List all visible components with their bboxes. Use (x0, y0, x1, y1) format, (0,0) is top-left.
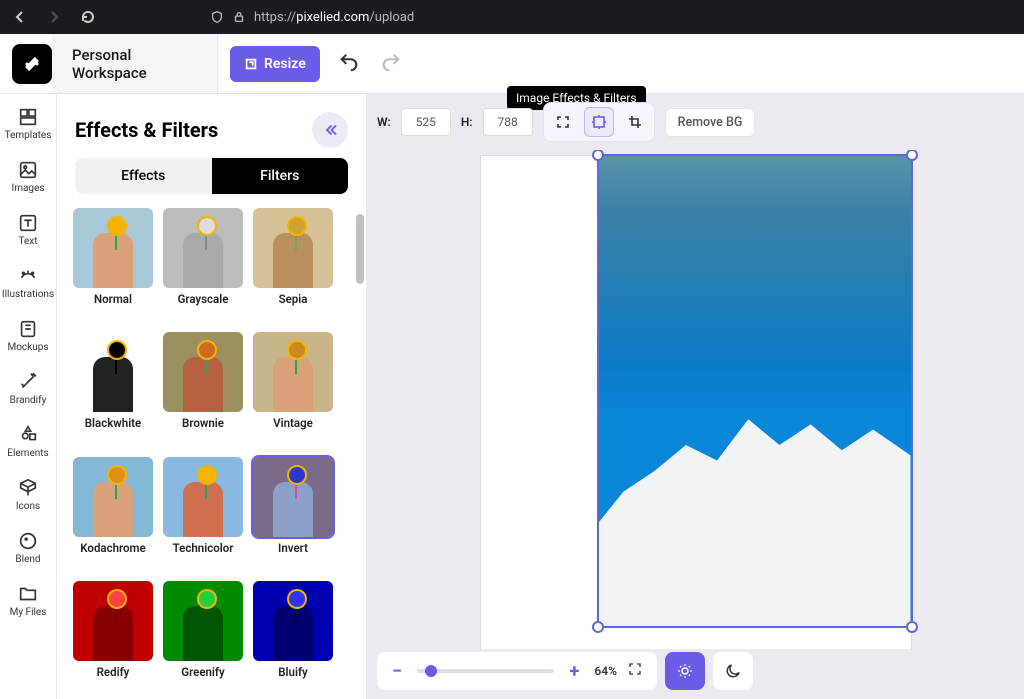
zoom-percent: 64% (594, 664, 617, 678)
rail-brandify[interactable]: Brandify (10, 371, 47, 406)
effects-button[interactable] (584, 107, 614, 137)
filter-vintage[interactable]: Vintage (253, 332, 333, 440)
left-rail: Templates Images Text Illustrations Mock… (0, 94, 57, 699)
filter-kodachrome[interactable]: Kodachrome (73, 457, 153, 565)
filter-grayscale[interactable]: Grayscale (163, 208, 243, 316)
rail-illustrations[interactable]: Illustrations (2, 265, 54, 300)
resize-button[interactable]: Resize (230, 46, 320, 82)
app-logo[interactable] (12, 44, 52, 84)
rail-templates[interactable]: Templates (5, 106, 52, 141)
zoom-out-button[interactable]: − (387, 661, 407, 682)
rail-elements[interactable]: Elements (7, 424, 48, 459)
filter-blackwhite[interactable]: Blackwhite (73, 332, 153, 440)
canvas-area: Image Effects & Filters W: H: Remove BG (367, 94, 1024, 699)
selected-image[interactable] (599, 156, 911, 626)
app-topbar: Personal Workspace Resize (0, 34, 1024, 94)
panel-scrollbar[interactable] (356, 214, 364, 284)
lock-icon (232, 10, 246, 24)
resize-handle-tl[interactable] (592, 150, 604, 161)
url-bar[interactable]: https://pixelied.com/upload (210, 10, 414, 25)
tab-effects[interactable]: Effects (75, 158, 212, 194)
rail-mockups[interactable]: Mockups (7, 318, 48, 353)
crop-button[interactable] (620, 107, 650, 137)
resize-handle-tr[interactable] (906, 150, 918, 161)
filter-greenify[interactable]: Greenify (163, 581, 243, 689)
bottom-bar: − + 64% (377, 651, 1014, 691)
collapse-panel-button[interactable] (312, 112, 348, 148)
resize-handle-br[interactable] (906, 621, 918, 633)
panel-title: Effects & Filters (75, 118, 218, 142)
workspace-selector[interactable]: Personal Workspace (52, 34, 218, 93)
zoom-slider-thumb[interactable] (425, 665, 437, 677)
rail-blend[interactable]: Blend (15, 530, 40, 565)
remove-bg-button[interactable]: Remove BG (665, 108, 756, 137)
rail-text[interactable]: Text (17, 212, 39, 247)
filter-brownie[interactable]: Brownie (163, 332, 243, 440)
height-input[interactable] (483, 108, 533, 136)
rail-images[interactable]: Images (11, 159, 44, 194)
shield-icon (210, 10, 224, 24)
url-text: https://pixelied.com/upload (254, 10, 414, 25)
panel-tabs: Effects Filters (75, 158, 348, 194)
effects-panel: Effects & Filters Effects Filters Normal… (57, 94, 367, 699)
filter-sepia[interactable]: Sepia (253, 208, 333, 316)
theme-light-button[interactable] (665, 652, 705, 690)
filter-bluify[interactable]: Bluify (253, 581, 333, 689)
filter-invert[interactable]: Invert (253, 457, 333, 565)
filter-normal[interactable]: Normal (73, 208, 153, 316)
zoom-controls: − + 64% (377, 652, 657, 690)
browser-forward-button[interactable] (42, 5, 66, 29)
rail-myfiles[interactable]: My Files (10, 583, 47, 618)
zoom-slider[interactable] (417, 669, 554, 673)
rail-icons[interactable]: Icons (16, 477, 40, 512)
canvas-stage[interactable] (367, 150, 1024, 649)
resize-handle-bl[interactable] (592, 621, 604, 633)
width-input[interactable] (401, 108, 451, 136)
height-label: H: (461, 115, 473, 129)
fit-button[interactable] (548, 107, 578, 137)
theme-dark-button[interactable] (713, 652, 753, 690)
zoom-in-button[interactable]: + (564, 661, 584, 682)
resize-icon (244, 57, 258, 71)
width-label: W: (377, 115, 391, 129)
filter-technicolor[interactable]: Technicolor (163, 457, 243, 565)
browser-chrome: https://pixelied.com/upload (0, 0, 1024, 34)
filter-grid: Normal Grayscale Sepia Blackwhite Browni… (57, 208, 366, 699)
browser-reload-button[interactable] (76, 5, 100, 29)
tab-filters[interactable]: Filters (212, 158, 349, 194)
filter-redify[interactable]: Redify (73, 581, 153, 689)
fullscreen-button[interactable] (627, 661, 647, 681)
redo-button[interactable] (380, 51, 404, 77)
undo-button[interactable] (338, 51, 362, 77)
artboard[interactable] (481, 156, 911, 649)
options-bar: W: H: Remove BG (377, 102, 755, 142)
browser-back-button[interactable] (8, 5, 32, 29)
